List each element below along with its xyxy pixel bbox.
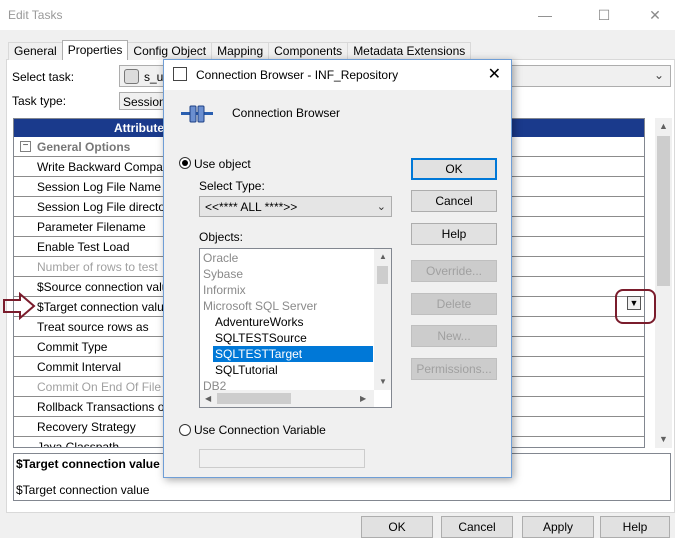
- select-task-label: Select task:: [12, 70, 75, 84]
- scroll-up-icon[interactable]: ▲: [379, 252, 387, 261]
- grid-scrollbar[interactable]: ▲ ▼: [655, 118, 672, 448]
- tab-metadata-extensions[interactable]: Metadata Extensions: [347, 42, 472, 60]
- title-bar: Edit Tasks — ☐ ✕: [0, 0, 675, 30]
- delete-button[interactable]: Delete: [411, 293, 497, 315]
- connection-browse-button[interactable]: ▼: [627, 296, 641, 310]
- tab-config-object[interactable]: Config Object: [127, 42, 213, 60]
- objects-horizontal-scrollbar[interactable]: ◀ ▶: [200, 390, 374, 407]
- tab-bar: General Properties Config Object Mapping…: [8, 40, 472, 60]
- group-label: General Options: [37, 140, 131, 154]
- attribute-name: $Source connection value: [37, 280, 176, 294]
- attribute-column-header: Attribute: [114, 121, 164, 135]
- session-icon: [124, 69, 139, 84]
- select-type-label: Select Type:: [199, 179, 265, 193]
- override-button[interactable]: Override...: [411, 260, 497, 282]
- objects-label: Objects:: [199, 230, 244, 244]
- close-button[interactable]: ✕: [640, 4, 670, 26]
- collapse-icon[interactable]: −: [20, 141, 31, 152]
- object-item[interactable]: Oracle: [201, 250, 240, 266]
- scroll-thumb[interactable]: [377, 266, 388, 284]
- connection-browser-dialog: Connection Browser - INF_Repository ✕ Co…: [163, 59, 512, 478]
- use-object-label: Use object: [194, 157, 251, 171]
- window-title: Edit Tasks: [8, 8, 63, 22]
- object-item[interactable]: SQLTutorial: [213, 362, 280, 378]
- objects-vertical-scrollbar[interactable]: ▲ ▼: [374, 249, 391, 390]
- attribute-name: Commit On End Of File: [37, 380, 162, 394]
- connection-browser-icon: [181, 105, 213, 123]
- attribute-name: Commit Interval: [37, 360, 122, 374]
- object-item[interactable]: SQLTESTSource: [213, 330, 309, 346]
- attribute-name: Enable Test Load: [37, 240, 130, 254]
- attribute-name: Rollback Transactions on: [37, 400, 172, 414]
- maximize-button[interactable]: ☐: [589, 4, 619, 26]
- tab-components[interactable]: Components: [268, 42, 349, 60]
- chevron-down-icon: ⌄: [653, 68, 664, 82]
- select-type-dropdown[interactable]: <<**** ALL ****>> ⌄: [199, 196, 392, 217]
- attribute-name: Parameter Filename: [37, 220, 146, 234]
- dialog-title-bar: Connection Browser - INF_Repository ✕: [164, 60, 511, 90]
- app-icon: [173, 67, 187, 81]
- cancel-button[interactable]: Cancel: [441, 516, 513, 538]
- attribute-name: Treat source rows as: [37, 320, 149, 334]
- dialog-help-button[interactable]: Help: [411, 223, 497, 245]
- scroll-down-icon[interactable]: ▼: [379, 377, 387, 386]
- permissions-button[interactable]: Permissions...: [411, 358, 497, 380]
- attribute-name: $Target connection value: [37, 300, 171, 314]
- tab-mapping[interactable]: Mapping: [211, 42, 270, 60]
- scroll-left-icon[interactable]: ◀: [205, 394, 211, 403]
- ok-button[interactable]: OK: [361, 516, 433, 538]
- apply-button[interactable]: Apply: [522, 516, 594, 538]
- description-title: $Target connection value: [16, 457, 160, 471]
- object-item[interactable]: Sybase: [201, 266, 245, 282]
- minimize-button[interactable]: —: [530, 4, 560, 26]
- description-text: $Target connection value: [16, 483, 150, 497]
- object-item[interactable]: AdventureWorks: [213, 314, 305, 330]
- object-item[interactable]: Microsoft SQL Server: [201, 298, 319, 314]
- tab-properties[interactable]: Properties: [61, 40, 129, 60]
- scroll-up-icon[interactable]: ▲: [655, 118, 672, 135]
- dialog-header: Connection Browser: [232, 106, 341, 120]
- chevron-down-icon: ⌄: [376, 201, 386, 213]
- dialog-ok-button[interactable]: OK: [411, 158, 497, 180]
- attribute-name: Recovery Strategy: [37, 420, 136, 434]
- select-task-value: s_u: [144, 70, 164, 84]
- object-item[interactable]: Informix: [201, 282, 248, 298]
- tab-general[interactable]: General: [8, 42, 63, 60]
- objects-list[interactable]: Oracle Sybase Informix Microsoft SQL Server…: [199, 248, 392, 408]
- scroll-right-icon[interactable]: ▶: [360, 394, 366, 403]
- scroll-thumb[interactable]: [217, 393, 291, 404]
- help-button[interactable]: Help: [600, 516, 670, 538]
- scroll-thumb[interactable]: [657, 136, 670, 286]
- right-arrow-annotation-icon: [3, 292, 36, 320]
- attribute-name: Session Log File Name: [37, 180, 162, 194]
- task-type-label: Task type:: [12, 94, 67, 108]
- attribute-name: Session Log File directory: [37, 200, 176, 214]
- dialog-cancel-button[interactable]: Cancel: [411, 190, 497, 212]
- attribute-name: Java Classpath: [37, 440, 120, 448]
- dialog-close-button[interactable]: ✕: [488, 64, 501, 84]
- use-connection-variable-radio[interactable]: [179, 424, 191, 436]
- attribute-name: Number of rows to test: [37, 260, 158, 274]
- new-button[interactable]: New...: [411, 325, 497, 347]
- attribute-name: Commit Type: [37, 340, 108, 354]
- dialog-title: Connection Browser - INF_Repository: [196, 68, 399, 82]
- connection-variable-input[interactable]: [199, 449, 365, 468]
- object-item-selected[interactable]: SQLTESTTarget: [213, 346, 373, 362]
- scroll-down-icon[interactable]: ▼: [655, 431, 672, 448]
- use-connection-variable-label: Use Connection Variable: [194, 423, 326, 437]
- select-type-value: <<**** ALL ****>>: [205, 200, 298, 214]
- use-object-radio[interactable]: [179, 157, 191, 169]
